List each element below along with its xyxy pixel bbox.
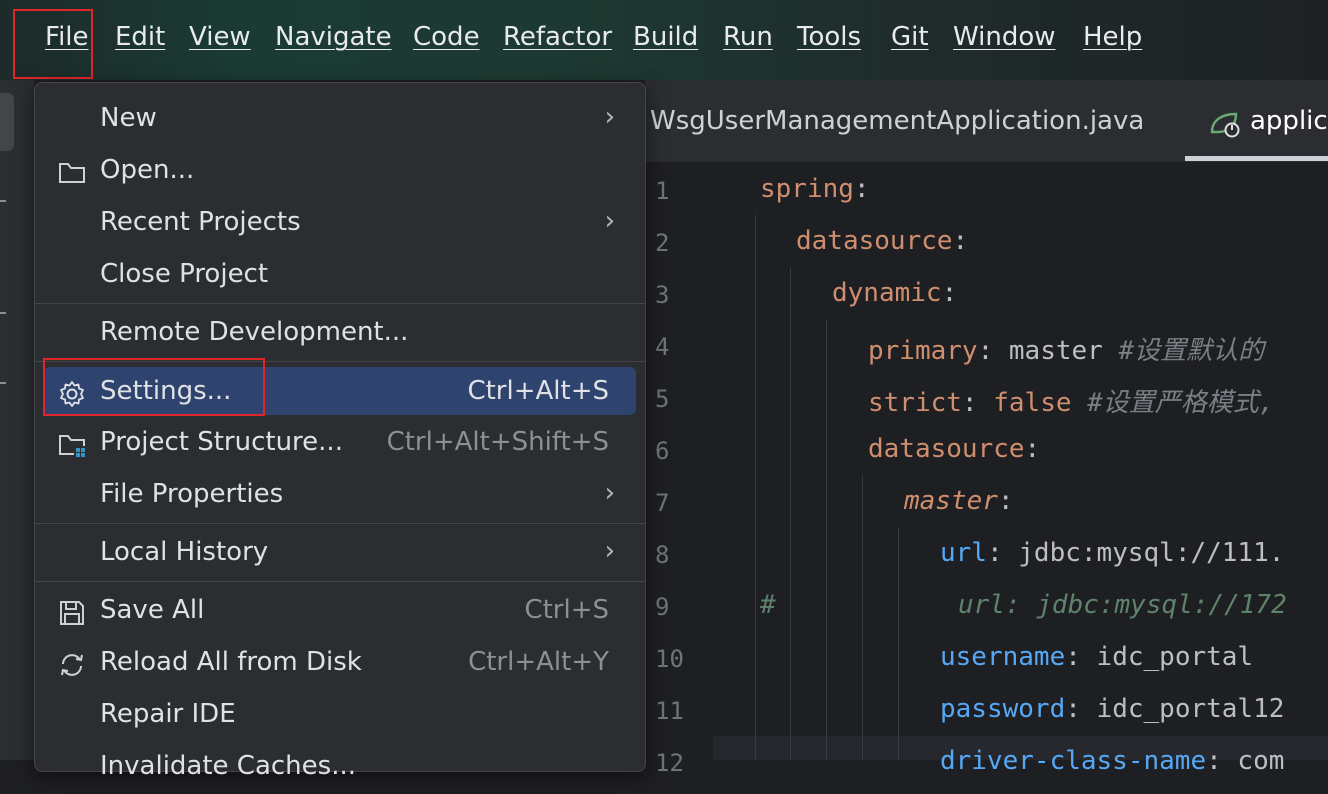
menu-build[interactable]: Build — [633, 22, 698, 52]
menu-item-shortcut: Ctrl+S — [524, 595, 609, 625]
file-menu-dropdown: New › Open... Recent Projects › Close Pr… — [34, 82, 646, 781]
strip-marker — [0, 312, 6, 314]
menu-item-label: Save All — [100, 595, 205, 625]
menu-item-label: Project Structure... — [100, 427, 343, 457]
code-line-9: # — [760, 590, 776, 620]
strip-marker — [0, 200, 6, 202]
submenu-arrow-icon: › — [604, 536, 615, 566]
menu-item-label: New — [100, 103, 157, 133]
menu-item-label: Remote Development... — [100, 317, 409, 347]
strip-marker — [0, 382, 6, 384]
menu-help[interactable]: Help — [1083, 22, 1142, 52]
line-number: 9 — [655, 593, 670, 621]
menu-item-label: Repair IDE — [100, 699, 236, 729]
menu-item-open[interactable]: Open... — [35, 146, 645, 198]
line-number: 12 — [655, 749, 684, 777]
menu-refactor[interactable]: Refactor — [503, 22, 612, 52]
code-line-8: url: jdbc:mysql://111. — [940, 538, 1285, 568]
indent-guide — [790, 268, 791, 760]
line-number: 10 — [655, 645, 684, 673]
menu-item-label: Recent Projects — [100, 207, 301, 237]
active-tab-indicator — [1185, 156, 1328, 161]
menu-item-label: Reload All from Disk — [100, 647, 362, 677]
menu-item-invalidate-caches[interactable]: Invalidate Caches... — [35, 742, 645, 794]
submenu-arrow-icon: › — [604, 102, 615, 132]
menu-item-label: Invalidate Caches... — [100, 751, 357, 781]
menu-item-close-project[interactable]: Close Project — [35, 250, 645, 302]
settings-highlight-box — [43, 358, 265, 416]
menu-item-recent-projects[interactable]: Recent Projects › — [35, 198, 645, 250]
menu-item-new[interactable]: New › — [35, 94, 645, 146]
menu-edit[interactable]: Edit — [115, 22, 165, 52]
tab-application-yml[interactable]: applica — [1250, 106, 1328, 136]
code-line-7: master: — [904, 486, 1014, 516]
menu-item-file-properties[interactable]: File Properties › — [35, 470, 645, 522]
menu-separator — [35, 523, 645, 524]
project-structure-icon — [57, 430, 87, 460]
menu-item-repair-ide[interactable]: Repair IDE — [35, 690, 645, 742]
menu-separator — [35, 303, 645, 304]
line-number: 3 — [655, 281, 670, 309]
line-number: 1 — [655, 177, 670, 205]
menu-item-local-history[interactable]: Local History › — [35, 528, 645, 580]
menu-item-project-structure[interactable]: Project Structure... Ctrl+Alt+Shift+S — [35, 418, 645, 470]
line-number: 4 — [655, 333, 670, 361]
line-number: 6 — [655, 437, 670, 465]
submenu-arrow-icon: › — [604, 206, 615, 236]
folder-icon — [57, 158, 87, 188]
code-line-2: datasource: — [796, 226, 969, 256]
menu-item-shortcut: Ctrl+Alt+S — [467, 376, 609, 406]
tool-window-strip — [0, 80, 34, 760]
indent-guide — [755, 215, 756, 760]
menu-separator — [35, 581, 645, 582]
menu-git[interactable]: Git — [891, 22, 929, 52]
menu-run[interactable]: Run — [723, 22, 773, 52]
menu-item-label: File Properties — [100, 479, 284, 509]
menu-view[interactable]: View — [189, 22, 251, 52]
submenu-arrow-icon: › — [604, 478, 615, 508]
line-number: 8 — [655, 541, 670, 569]
line-number: 7 — [655, 489, 670, 517]
menu-item-label: Close Project — [100, 259, 269, 289]
menu-item-label: Local History — [100, 537, 269, 567]
indent-guide — [898, 528, 899, 760]
code-line-6: datasource: — [868, 434, 1041, 464]
spring-leaf-icon — [1208, 108, 1242, 140]
tab-wsg-application[interactable]: WsgUserManagementApplication.java — [650, 106, 1144, 136]
menu-code[interactable]: Code — [413, 22, 480, 52]
menu-item-label: Open... — [100, 155, 195, 185]
code-line-1: spring: — [760, 174, 870, 204]
reload-icon — [57, 650, 87, 680]
menu-item-shortcut: Ctrl+Alt+Y — [468, 647, 609, 677]
code-line-12: driver-class-name: com — [940, 746, 1285, 776]
menu-bar: File Edit View Navigate Code Refactor Bu… — [0, 0, 1328, 80]
menu-window[interactable]: Window — [953, 22, 1056, 52]
line-number: 5 — [655, 385, 670, 413]
code-line-5: strict: false #设置严格模式, — [868, 388, 1275, 418]
menu-navigate[interactable]: Navigate — [275, 22, 392, 52]
code-line-9-comment: url: jdbc:mysql://172 — [958, 590, 1287, 620]
line-number: 2 — [655, 229, 670, 257]
code-line-10: username: idc_portal — [940, 642, 1254, 672]
indent-guide — [826, 320, 827, 760]
menu-tools[interactable]: Tools — [797, 22, 861, 52]
code-line-3: dynamic: — [832, 278, 958, 308]
menu-item-save-all[interactable]: Save All Ctrl+S — [35, 586, 645, 638]
project-tool-button[interactable] — [0, 93, 14, 151]
menu-item-shortcut: Ctrl+Alt+Shift+S — [386, 427, 609, 457]
file-menu-highlight-box — [13, 9, 93, 79]
code-line-4: primary: master #设置默认的 — [868, 336, 1265, 366]
menu-item-remote-development[interactable]: Remote Development... — [35, 308, 645, 360]
indent-guide — [862, 475, 863, 760]
code-line-11: password: idc_portal12 — [940, 694, 1285, 724]
menu-item-reload-all[interactable]: Reload All from Disk Ctrl+Alt+Y — [35, 638, 645, 690]
line-number: 11 — [655, 697, 684, 725]
save-icon — [57, 598, 87, 628]
